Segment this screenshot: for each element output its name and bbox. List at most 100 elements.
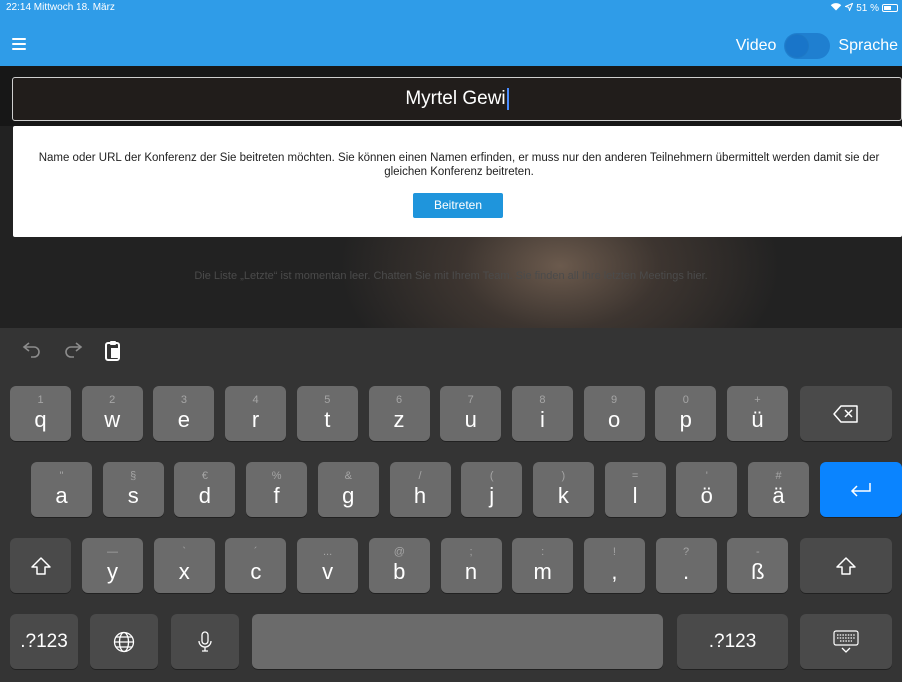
key-r[interactable]: 4r xyxy=(225,386,287,441)
key-y[interactable]: — y xyxy=(82,538,143,593)
key-alt-label: 4 xyxy=(252,394,259,406)
room-name-input[interactable]: Myrtel Gewi xyxy=(12,77,902,121)
key-label: ß xyxy=(751,559,765,584)
key-e[interactable]: 3e xyxy=(153,386,215,441)
key-u[interactable]: 7u xyxy=(440,386,502,441)
key-c[interactable]: ´ c xyxy=(225,538,287,593)
key-alt-label: # xyxy=(775,470,782,482)
key-l[interactable]: = l xyxy=(604,462,666,517)
shift-icon xyxy=(30,556,51,575)
location-icon xyxy=(844,2,854,14)
key-label: i xyxy=(539,407,545,432)
shift-key-right-glyph xyxy=(800,538,892,593)
key-alt-label: ' xyxy=(705,470,708,482)
key-ä[interactable]: # ä xyxy=(748,462,809,517)
key-i[interactable]: 8i xyxy=(511,386,573,441)
key-g[interactable]: & g xyxy=(317,462,379,517)
battery-icon xyxy=(882,4,898,12)
key-label: j xyxy=(489,483,495,508)
numbers-key-left-glyph: .?123 xyxy=(20,630,68,652)
key-f[interactable]: % f xyxy=(246,462,308,517)
key-alt-label: & xyxy=(344,470,352,482)
key-alt-label: 6 xyxy=(395,394,403,406)
audio-label: Sprache xyxy=(838,37,898,54)
key-h[interactable]: / h xyxy=(389,462,451,517)
key-z[interactable]: 6z xyxy=(368,386,430,441)
key-label: , xyxy=(611,559,618,584)
key-w[interactable]: 2w xyxy=(81,386,143,441)
key-ü[interactable]: + ü xyxy=(727,386,788,441)
key-alt-label: 8 xyxy=(539,394,546,406)
info-text: Name oder URL der Konferenz der Sie beit… xyxy=(38,152,880,178)
key-alt-label: @ xyxy=(393,546,405,558)
dictation-key[interactable] xyxy=(171,614,239,669)
key-label: g xyxy=(342,483,355,508)
key-alt-label: / xyxy=(418,470,422,482)
key-ß[interactable]: -ß xyxy=(727,538,789,593)
key-alt-label: 2 xyxy=(109,394,116,406)
key-.[interactable]: ?. xyxy=(655,538,717,593)
shift-key-right[interactable] xyxy=(800,538,892,593)
return-icon xyxy=(850,482,871,497)
key-label: a xyxy=(55,483,68,508)
key-alt-label: 9 xyxy=(611,394,618,406)
key-alt-label: € xyxy=(201,470,208,482)
key-b[interactable]: @ b xyxy=(368,538,430,593)
key-label: ö xyxy=(700,483,713,508)
redo-icon[interactable] xyxy=(63,340,83,364)
space-key[interactable] xyxy=(252,614,663,669)
key-label: c xyxy=(250,559,262,584)
key-,[interactable]: !, xyxy=(583,538,645,593)
key-alt-label: ? xyxy=(683,546,690,558)
key-alt-label: ! xyxy=(612,546,616,558)
key-alt-label: ; xyxy=(469,546,473,558)
key-alt-label: " xyxy=(59,470,64,482)
key-alt-label: ` xyxy=(182,546,187,558)
shift-key-left[interactable] xyxy=(10,538,71,593)
return-key[interactable] xyxy=(820,462,902,517)
key-ö[interactable]: ' ö xyxy=(676,462,738,517)
undo-icon[interactable] xyxy=(22,340,42,364)
hide-keyboard-key-glyph xyxy=(800,614,892,669)
globe-key-glyph xyxy=(90,614,158,669)
key-n[interactable]: ; n xyxy=(440,538,502,593)
numbers-key-left[interactable]: .?123 xyxy=(10,614,78,669)
key-label: ä xyxy=(772,483,785,508)
toggle-knob xyxy=(786,35,809,57)
key-d[interactable]: € d xyxy=(174,462,236,517)
key-a[interactable]: " a xyxy=(31,462,92,517)
key-p[interactable]: 0p xyxy=(655,386,717,441)
join-button[interactable]: Beitreten xyxy=(413,193,503,218)
numbers-key-right-glyph: .?123 xyxy=(708,630,757,652)
video-audio-toggle[interactable] xyxy=(784,33,831,59)
key-label: l xyxy=(632,483,638,508)
key-alt-label: ´ xyxy=(254,546,258,558)
battery-percent: 51 % xyxy=(856,2,879,14)
key-s[interactable]: § s xyxy=(102,462,164,517)
key-j[interactable]: (j xyxy=(461,462,523,517)
key-q[interactable]: 1q xyxy=(10,386,71,441)
key-label: o xyxy=(607,407,621,432)
key-k[interactable]: ) k xyxy=(532,462,594,517)
key-o[interactable]: 9o xyxy=(583,386,645,441)
key-m[interactable]: :m xyxy=(512,538,574,593)
backspace-key-glyph xyxy=(800,386,892,441)
key-label: z xyxy=(393,407,405,432)
keyboard-toolbar xyxy=(0,328,902,380)
key-v[interactable]: ... v xyxy=(297,538,359,593)
dictation-key-glyph xyxy=(171,614,239,669)
key-alt-label: — xyxy=(107,546,118,558)
key-alt-label: 5 xyxy=(324,394,331,406)
key-label: x xyxy=(178,559,190,584)
numbers-key-right[interactable]: .?123 xyxy=(677,614,788,669)
hamburger-menu-icon[interactable] xyxy=(12,38,26,50)
shift-icon xyxy=(836,556,856,575)
paste-icon[interactable] xyxy=(104,340,122,368)
key-label: d xyxy=(198,483,212,508)
hide-keyboard-key[interactable] xyxy=(800,614,892,669)
globe-key[interactable] xyxy=(90,614,158,669)
backspace-key[interactable] xyxy=(800,386,892,441)
key-alt-label: : xyxy=(541,546,545,558)
key-t[interactable]: 5t xyxy=(296,386,358,441)
key-x[interactable]: ` x xyxy=(153,538,215,593)
